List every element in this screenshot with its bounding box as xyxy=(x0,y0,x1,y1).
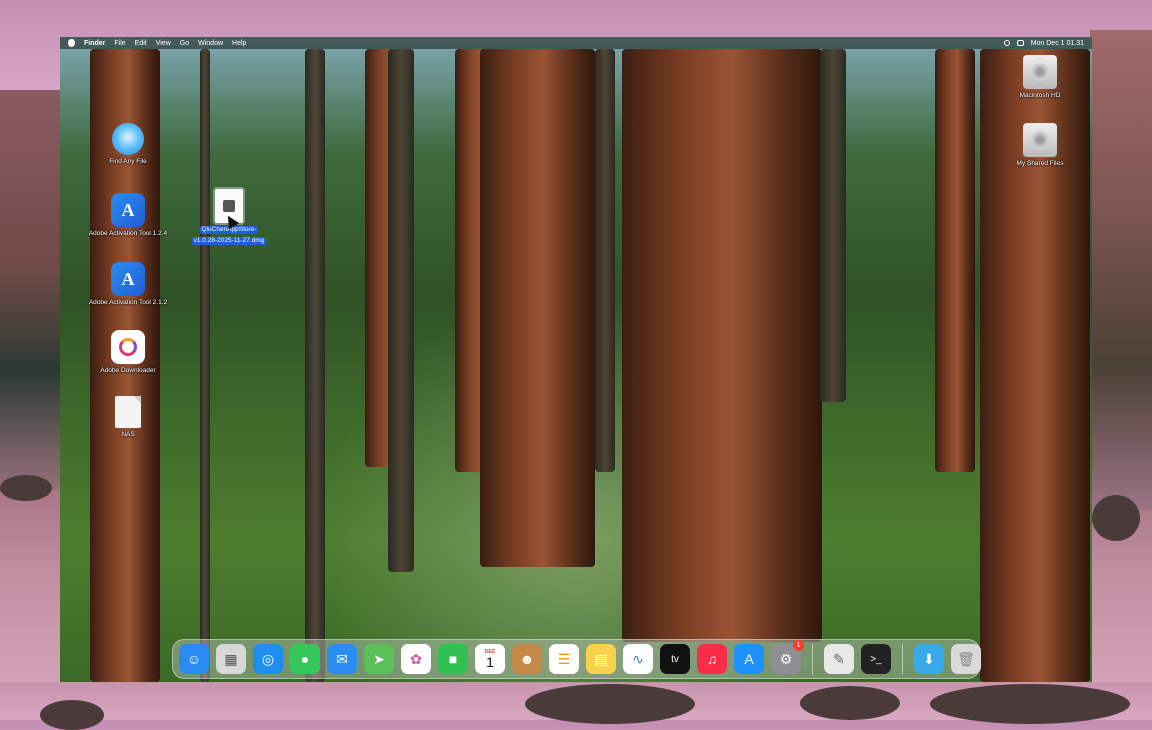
wallpaper-tree xyxy=(200,49,210,682)
hard-drive-icon xyxy=(1023,123,1057,157)
dock-calendar[interactable]: DEC 1 xyxy=(475,644,505,674)
safari-icon: ◎ xyxy=(261,650,275,667)
messages-icon: ● xyxy=(300,651,310,667)
notification-badge: 1 xyxy=(793,640,804,651)
desktop-screen: Finder File Edit View Go Window Help Mon… xyxy=(60,37,1092,682)
backdrop-left xyxy=(0,90,60,490)
rock xyxy=(800,686,900,720)
dock-finder[interactable]: ☺ xyxy=(179,644,209,674)
wallpaper-tree xyxy=(935,49,975,472)
dock-system-settings[interactable]: ⚙ 1 xyxy=(771,640,804,674)
wallpaper-tree xyxy=(622,49,822,642)
desktop-item-adobe-activation-212[interactable]: A Adobe Activation Tool 2.1.2 xyxy=(78,262,178,306)
apple-logo-icon[interactable] xyxy=(68,39,75,47)
dock: ☺ ▦ ◎ ● ✉ ➤ ✿ ■ DEC 1 ☻ ☰ ▤ ∿ tv ♫ A ⚙ 1… xyxy=(172,639,981,679)
menu-edit[interactable]: Edit xyxy=(135,40,147,47)
finder-file-icon xyxy=(112,123,144,155)
textedit-icon: ✎ xyxy=(833,650,845,667)
rock xyxy=(0,475,52,501)
menu-file[interactable]: File xyxy=(114,40,125,47)
reminders-icon: ☰ xyxy=(557,650,571,667)
contacts-icon: ☻ xyxy=(519,651,535,667)
hard-drive-icon xyxy=(1023,55,1057,89)
desktop-item-my-shared-files[interactable]: My Shared Files xyxy=(990,123,1090,167)
freeform-icon: ∿ xyxy=(632,650,644,667)
dock-downloads[interactable]: ⬇ xyxy=(914,644,944,674)
dock-text-edit[interactable]: ✎ xyxy=(824,644,854,674)
adobe-activation-icon: A xyxy=(111,193,145,227)
terminal-icon: >_ xyxy=(870,653,882,665)
dock-reminders[interactable]: ☰ xyxy=(549,644,579,674)
creative-cloud-icon xyxy=(111,330,145,364)
mail-icon: ✉ xyxy=(336,650,348,667)
wallpaper-tree xyxy=(820,49,846,402)
spotlight-search-icon[interactable] xyxy=(1003,40,1010,46)
desktop-item-adobe-downloader[interactable]: Adobe Downloader xyxy=(78,330,178,374)
calendar-day: 1 xyxy=(486,654,494,670)
rock xyxy=(1092,495,1140,541)
wallpaper-tree xyxy=(305,49,325,682)
menu-bar: Finder File Edit View Go Window Help Mon… xyxy=(60,37,1092,49)
wallpaper-tree xyxy=(388,49,414,572)
desktop-item-label: Find Any File xyxy=(109,158,147,165)
desktop-item-label: NAS xyxy=(121,431,135,438)
dock-launchpad[interactable]: ▦ xyxy=(216,644,246,674)
dock-mail[interactable]: ✉ xyxy=(327,644,357,674)
downloads-folder-icon: ⬇ xyxy=(923,650,935,667)
gear-icon: ⚙ xyxy=(779,650,793,667)
dock-app-store[interactable]: A xyxy=(734,644,764,674)
dock-freeform[interactable]: ∿ xyxy=(623,644,653,674)
desktop-item-label-line2: v1.0.28-2025-11-27.dmg xyxy=(191,237,267,245)
menu-help[interactable]: Help xyxy=(232,40,246,47)
dock-separator xyxy=(812,644,813,674)
launchpad-icon: ▦ xyxy=(224,650,238,667)
facetime-icon: ■ xyxy=(448,651,458,667)
wallpaper-tree xyxy=(595,49,615,472)
music-icon: ♫ xyxy=(706,651,718,667)
menu-go[interactable]: Go xyxy=(180,40,189,47)
desktop-item-label: Adobe Activation Tool 1.2.4 xyxy=(88,230,168,237)
desktop-item-label: Macintosh HD xyxy=(1019,92,1061,99)
tv-icon: tv xyxy=(671,653,679,665)
rock xyxy=(40,700,104,730)
photos-icon: ✿ xyxy=(410,650,422,667)
dock-apple-tv[interactable]: tv xyxy=(660,644,690,674)
menu-clock[interactable]: Mon Dec 1 01.31 xyxy=(1031,40,1084,47)
dock-safari[interactable]: ◎ xyxy=(253,644,283,674)
wallpaper-tree xyxy=(480,49,595,567)
desktop-item-find-any-file[interactable]: Find Any File xyxy=(78,123,178,165)
dock-music[interactable]: ♫ xyxy=(697,644,727,674)
desktop-item-label: Adobe Downloader xyxy=(100,367,156,374)
dock-facetime[interactable]: ■ xyxy=(438,644,468,674)
rock xyxy=(930,684,1130,724)
control-center-icon[interactable] xyxy=(1016,40,1024,46)
adobe-activation-icon: A xyxy=(111,262,145,296)
backdrop-right xyxy=(1090,30,1152,510)
menu-view[interactable]: View xyxy=(156,40,171,47)
desktop-item-nas[interactable]: NAS xyxy=(78,396,178,438)
desktop-item-adobe-activation-124[interactable]: A Adobe Activation Tool 1.2.4 xyxy=(78,193,178,237)
desktop-item-label: Adobe Activation Tool 2.1.2 xyxy=(88,299,168,306)
menu-window[interactable]: Window xyxy=(198,40,223,47)
dock-notes[interactable]: ▤ xyxy=(586,644,616,674)
dock-terminal[interactable]: >_ xyxy=(861,644,891,674)
desktop-item-macintosh-hd[interactable]: Macintosh HD xyxy=(990,55,1090,99)
document-icon xyxy=(115,396,141,428)
dock-contacts[interactable]: ☻ xyxy=(512,644,542,674)
trash-icon: 🗑 xyxy=(957,650,975,667)
dock-trash[interactable]: 🗑 xyxy=(951,644,981,674)
maps-icon: ➤ xyxy=(373,650,385,667)
notes-icon: ▤ xyxy=(594,650,608,667)
app-store-icon: A xyxy=(744,651,754,667)
dock-photos[interactable]: ✿ xyxy=(401,644,431,674)
dock-separator xyxy=(902,644,903,674)
dock-messages[interactable]: ● xyxy=(290,644,320,674)
dock-maps[interactable]: ➤ xyxy=(364,644,394,674)
rock xyxy=(525,684,695,724)
menu-app-finder[interactable]: Finder xyxy=(84,40,105,47)
desktop-item-label: My Shared Files xyxy=(1016,160,1064,167)
finder-icon: ☺ xyxy=(186,651,202,667)
